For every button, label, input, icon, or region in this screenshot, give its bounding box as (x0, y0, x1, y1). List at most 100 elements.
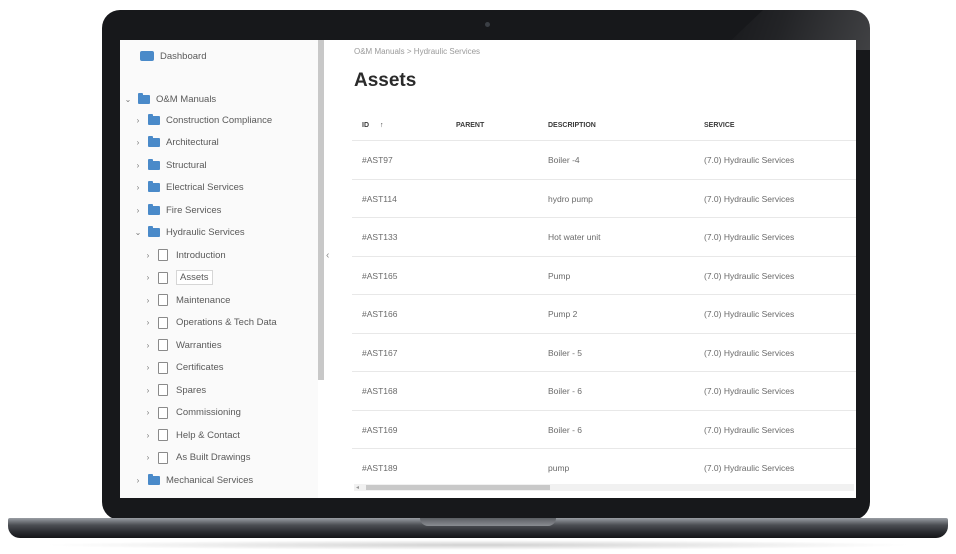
sidebar-item-label: Architectural (166, 137, 219, 148)
horizontal-scrollbar[interactable]: ◂ (354, 484, 854, 491)
folder-icon (148, 226, 160, 237)
table-row[interactable]: #AST165 Pump (7.0) Hydraulic Services (352, 255, 856, 295)
page-title: Assets (354, 70, 417, 91)
cell-service: (7.0) Hydraulic Services (704, 270, 795, 281)
sidebar-page[interactable]: › Maintenance (144, 292, 230, 308)
table-row[interactable]: #AST133 Hot water unit (7.0) Hydraulic Ser… (352, 217, 856, 256)
chevron-right-icon[interactable]: › (144, 453, 152, 462)
cell-service: (7.0) Hydraulic Services (704, 155, 795, 165)
cell-service: (7.0) Hydraulic Services (704, 386, 795, 396)
sidebar-item-dashboard[interactable]: Dashboard (140, 48, 206, 64)
chevron-right-icon[interactable]: › (144, 386, 152, 395)
table-row[interactable]: #AST166 Pump 2 (7.0) Hydraulic Services (352, 294, 856, 333)
sidebar-item-label: Spares (176, 384, 207, 396)
sidebar-page[interactable]: › Certificates (144, 360, 224, 376)
table-row[interactable]: #AST167 Boiler - 5 (7.0) Hydraulic Service… (352, 332, 856, 372)
sidebar-item-label: Mechanical Services (166, 474, 254, 486)
document-icon (158, 294, 168, 306)
table-row[interactable]: #AST169 Boiler - 6 (7.0) Hydraulic Service… (352, 409, 856, 449)
chevron-right-icon[interactable]: › (144, 363, 152, 372)
dashboard-icon (140, 51, 154, 61)
document-icon (158, 249, 168, 261)
sidebar-folder[interactable]: › Structural (134, 157, 207, 173)
chevron-right-icon[interactable]: › (144, 273, 152, 282)
column-description[interactable]: DESCRIPTION (548, 122, 596, 129)
scrollbar-thumb[interactable] (366, 485, 550, 490)
cell-service: (7.0) Hydraulic Services (704, 309, 795, 319)
sidebar-item-label: As Built Drawings (176, 452, 251, 463)
chevron-right-icon[interactable]: › (134, 183, 142, 192)
sidebar-item-label: Commissioning (176, 407, 241, 418)
document-icon (158, 406, 168, 419)
sidebar-item-label: Hydraulic Services (166, 227, 245, 238)
sidebar-page[interactable]: › Spares (144, 382, 206, 398)
document-icon (158, 339, 168, 351)
table-row[interactable]: #AST97 Boiler -4 (7.0) Hydraulic Services (352, 140, 856, 179)
cell-description: Boiler - 6 (548, 386, 583, 396)
sidebar-page[interactable]: › Warranties (144, 337, 222, 353)
sidebar-page[interactable]: › Operations & Tech Data (144, 315, 277, 331)
chevron-right-icon[interactable]: › (144, 251, 152, 260)
document-icon (158, 429, 168, 441)
cell-id: #AST167 (362, 347, 398, 358)
folder-icon (148, 113, 160, 125)
folder-icon (148, 181, 160, 192)
chevron-left-icon[interactable]: ‹ (326, 250, 329, 261)
chevron-right-icon[interactable]: › (144, 296, 152, 305)
chevron-down-icon[interactable]: ⌄ (124, 95, 132, 104)
column-id[interactable]: ID (362, 122, 369, 129)
folder-icon (148, 203, 160, 215)
table-row[interactable]: #AST114 hydro pump (7.0) Hydraulic Service… (352, 178, 856, 218)
cell-id: #AST114 (362, 193, 397, 204)
chevron-right-icon[interactable]: › (144, 341, 152, 350)
cell-description: Pump (548, 270, 571, 281)
sidebar-page[interactable]: › As Built Drawings (144, 450, 250, 466)
sidebar-page[interactable]: › Introduction (144, 247, 226, 263)
chevron-right-icon[interactable]: › (144, 318, 152, 327)
chevron-right-icon[interactable]: › (134, 476, 142, 485)
sidebar-folder[interactable]: › Fire Services (134, 202, 221, 218)
cell-service: (7.0) Hydraulic Services (704, 347, 795, 358)
cell-service: (7.0) Hydraulic Services (704, 193, 795, 204)
table-row[interactable]: #AST168 Boiler - 6 (7.0) Hydraulic Service… (352, 371, 856, 410)
table-header: ID ↑ PARENT DESCRIPTION SERVICE (352, 122, 856, 136)
cell-service: (7.0) Hydraulic Services (704, 463, 795, 473)
sidebar-item-label: Assets (176, 270, 213, 285)
column-service[interactable]: SERVICE (704, 122, 735, 129)
laptop-shadow (40, 540, 916, 550)
document-icon (158, 384, 168, 396)
column-parent[interactable]: PARENT (456, 122, 484, 129)
chevron-right-icon[interactable]: › (144, 408, 152, 417)
app-screen: Dashboard ⌄ O&M Manuals › Construction Compl… (120, 40, 856, 498)
sidebar-folder[interactable]: › Mechanical Services (134, 472, 253, 488)
sidebar-item-label: Maintenance (176, 294, 231, 306)
sidebar-folder[interactable]: › Electrical Services (134, 180, 244, 196)
sort-arrow-icon[interactable]: ↑ (380, 122, 384, 129)
sidebar-item-om-manuals[interactable]: ⌄ O&M Manuals (124, 91, 216, 107)
chevron-right-icon[interactable]: › (134, 138, 142, 147)
chevron-right-icon[interactable]: › (144, 431, 152, 440)
main-content: O&M Manuals > Hydraulic Services Assets … (334, 40, 856, 498)
sidebar-item-label: Fire Services (166, 204, 222, 216)
document-icon (158, 316, 168, 329)
scroll-left-icon[interactable]: ◂ (356, 484, 359, 491)
sidebar-folder[interactable]: › Architectural (134, 135, 219, 151)
sidebar-item-label: Dashboard (160, 50, 207, 62)
sidebar-item-label: Structural (166, 159, 207, 171)
cell-description: Boiler - 6 (548, 424, 583, 435)
sidebar-scrollbar[interactable] (318, 40, 324, 380)
sidebar-page[interactable]: › Assets (144, 270, 213, 286)
chevron-right-icon[interactable]: › (134, 206, 142, 215)
breadcrumb[interactable]: O&M Manuals > Hydraulic Services (354, 47, 480, 56)
document-icon (158, 361, 168, 374)
sidebar-page[interactable]: › Help & Contact (144, 427, 240, 443)
sidebar-page[interactable]: › Commissioning (144, 405, 241, 421)
chevron-right-icon[interactable]: › (134, 161, 142, 170)
sidebar-item-label: Help & Contact (176, 429, 240, 441)
table-row[interactable]: #AST189 pump (7.0) Hydraulic Services (352, 448, 856, 487)
chevron-right-icon[interactable]: › (134, 116, 142, 125)
cell-id: #AST165 (362, 270, 398, 281)
chevron-down-icon[interactable]: ⌄ (134, 228, 142, 237)
sidebar-folder[interactable]: › Construction Compliance (134, 112, 272, 128)
sidebar-folder-open[interactable]: ⌄ Hydraulic Services (134, 225, 245, 241)
